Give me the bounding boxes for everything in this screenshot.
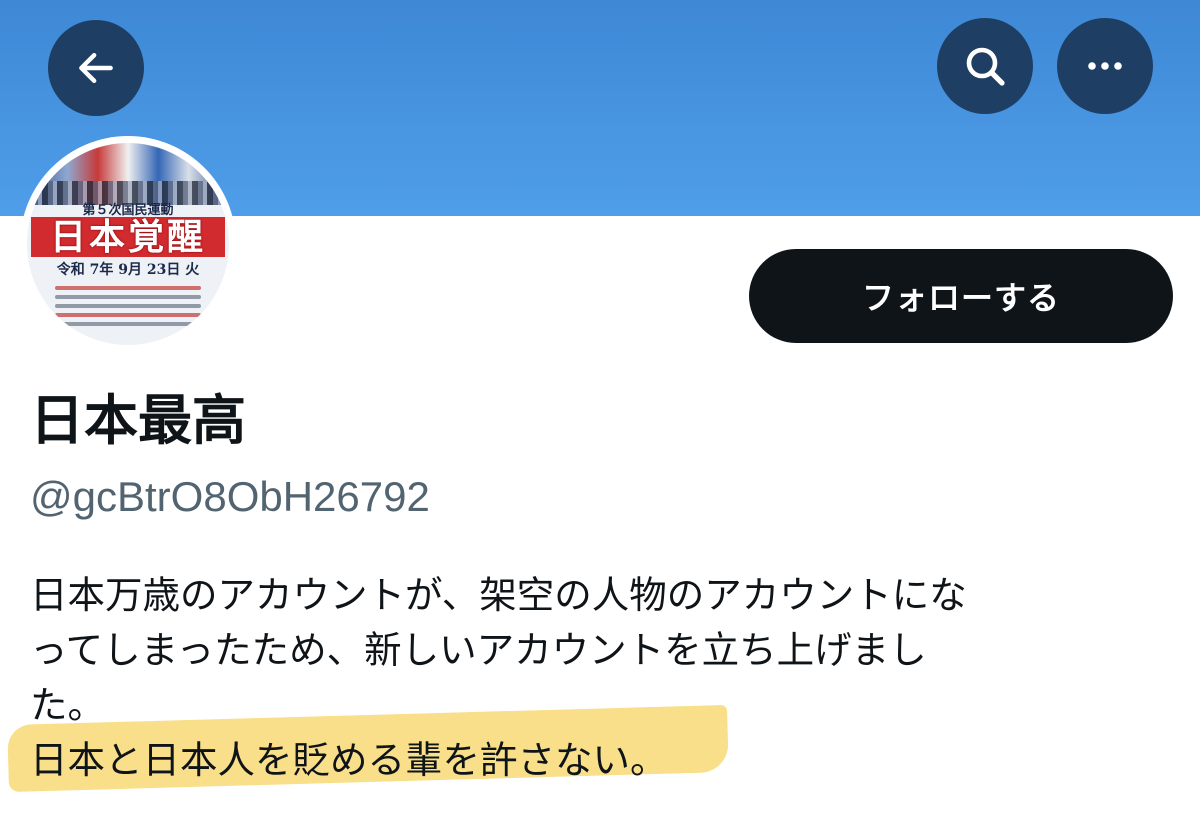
avatar-title: 日本覚醒 [31, 217, 225, 257]
bio-line: 日本万歳のアカウントが、架空の人物のアカウントにな [30, 573, 967, 617]
avatar-fine-print [55, 281, 201, 326]
back-button[interactable] [48, 20, 144, 116]
display-name: 日本最高 [30, 389, 246, 452]
profile-bio: 日本万歳のアカウントが、架空の人物のアカウントにな ってしまったため、新しいアカ… [30, 568, 1180, 788]
arrow-left-icon [79, 52, 113, 84]
avatar[interactable]: 第５次国民運動 日本覚醒 令和 7年 9月 23日 火 [20, 136, 236, 352]
search-icon [966, 47, 1005, 86]
bio-line: ってしまったため、新しいアカウントを立ち上げまし [30, 628, 927, 672]
search-button[interactable] [937, 18, 1033, 114]
bio-line-highlighted: 日本と日本人を貶める輩を許さない。 [30, 733, 1180, 788]
avatar-image: 第５次国民運動 日本覚醒 令和 7年 9月 23日 火 [27, 143, 229, 345]
avatar-crowd-photo [27, 143, 229, 205]
avatar-date: 令和 7年 9月 23日 火 [56, 262, 200, 278]
more-horizontal-icon [1088, 62, 1122, 70]
bio-highlight-text: 日本と日本人を貶める輩を許さない。 [30, 738, 668, 782]
more-button[interactable] [1057, 18, 1153, 114]
profile-page: 第５次国民運動 日本覚醒 令和 7年 9月 23日 火 フォローする 日本最高 … [0, 0, 1200, 836]
user-handle: @gcBtrO8ObH26792 [30, 473, 430, 520]
highlighter-mark: 日本と日本人を貶める輩を許さない。 [30, 733, 668, 788]
follow-button[interactable]: フォローする [749, 249, 1173, 343]
